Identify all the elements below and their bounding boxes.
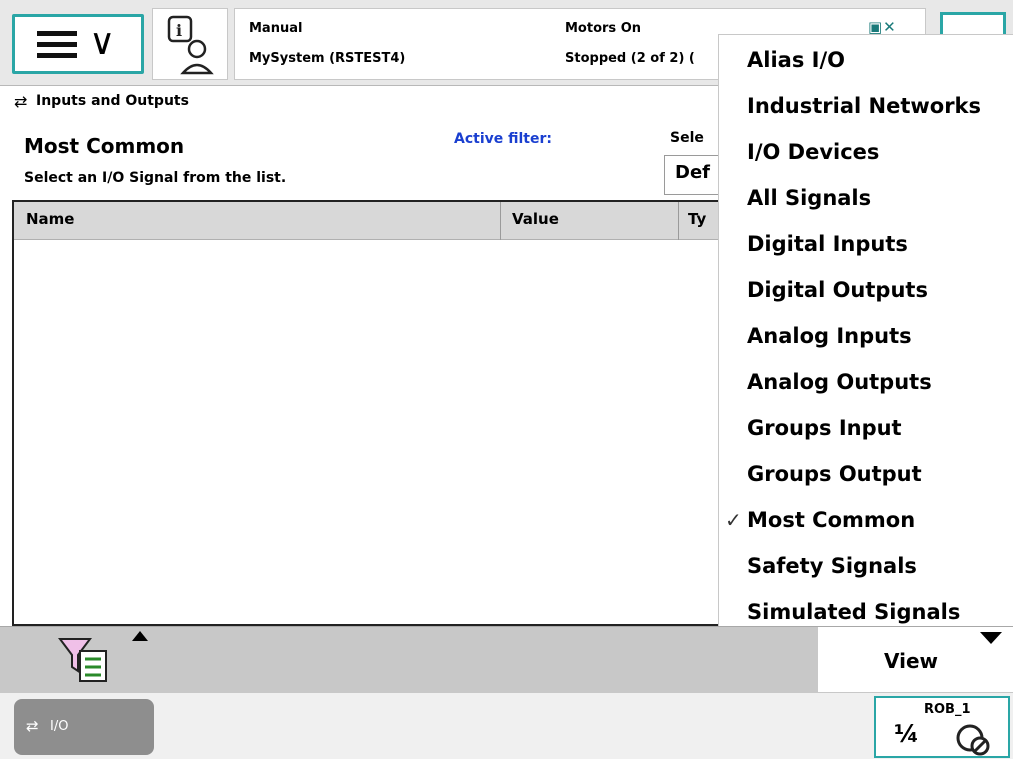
- layout-select-value: Def: [675, 162, 710, 183]
- view-menu-item-label: Simulated Signals: [747, 600, 961, 624]
- io-task-label: I/O: [50, 719, 69, 734]
- view-menu-item-industrial-networks[interactable]: Industrial Networks: [719, 85, 1013, 129]
- column-value[interactable]: Value: [512, 210, 559, 228]
- task-bar: ⇄ I/O ROB_1 ¼: [0, 692, 1013, 759]
- view-menu-item-label: Alias I/O: [747, 48, 845, 72]
- io-task-button[interactable]: ⇄ I/O: [14, 699, 154, 755]
- view-menu-item-groups-input[interactable]: Groups Input: [719, 407, 1013, 451]
- view-menu-item-i-o-devices[interactable]: I/O Devices: [719, 131, 1013, 175]
- app-title: Inputs and Outputs: [36, 93, 189, 109]
- view-menu-item-label: Analog Inputs: [747, 324, 912, 348]
- program-state: Stopped (2 of 2) (: [565, 51, 695, 66]
- column-name[interactable]: Name: [26, 210, 74, 228]
- view-menu-item-label: All Signals: [747, 186, 872, 210]
- increment-fraction: ¼: [894, 720, 919, 748]
- view-menu-item-analog-outputs[interactable]: Analog Outputs: [719, 361, 1013, 405]
- mechanical-unit-label: ROB_1: [924, 702, 971, 717]
- view-menu-item-alias-i-o[interactable]: Alias I/O: [719, 39, 1013, 83]
- view-menu-item-label: Digital Outputs: [747, 278, 928, 302]
- command-bar: View: [0, 626, 1013, 693]
- view-menu-item-all-signals[interactable]: All Signals: [719, 177, 1013, 221]
- funnel-document-icon: [58, 638, 107, 682]
- view-menu-item-label: Groups Input: [747, 416, 902, 440]
- operating-mode: Manual: [249, 21, 303, 36]
- column-type[interactable]: Ty: [688, 210, 706, 228]
- caret-up-icon: [132, 631, 148, 641]
- view-menu-item-digital-inputs[interactable]: Digital Inputs: [719, 223, 1013, 267]
- swap-arrows-icon: ⇄: [26, 717, 39, 735]
- active-filter-label[interactable]: Active filter:: [454, 131, 552, 147]
- view-menu-item-groups-output[interactable]: Groups Output: [719, 453, 1013, 497]
- view-menu-item-simulated-signals[interactable]: Simulated Signals: [719, 591, 1013, 635]
- view-menu-item-analog-inputs[interactable]: Analog Inputs: [719, 315, 1013, 359]
- hamburger-icon: [37, 31, 77, 59]
- main-menu-button[interactable]: ∨: [12, 14, 144, 74]
- motors-state: Motors On: [565, 21, 641, 36]
- view-menu-item-most-common[interactable]: ✓ Most Common: [719, 499, 1013, 543]
- system-name: MySystem (RSTEST4): [249, 51, 406, 66]
- filter-button[interactable]: [58, 637, 116, 685]
- chevron-down-icon: ∨: [89, 22, 116, 63]
- checkmark-icon: ✓: [725, 508, 742, 532]
- info-person-icon: i: [167, 15, 214, 75]
- event-log-button[interactable]: i: [152, 8, 228, 80]
- page-title: Most Common: [24, 134, 185, 158]
- view-menu: Alias I/O Industrial Networks I/O Devices A…: [718, 34, 1013, 626]
- view-menu-item-label: Safety Signals: [747, 554, 917, 578]
- svg-text:i: i: [176, 21, 182, 40]
- view-button-label: View: [884, 649, 939, 673]
- view-menu-item-label: I/O Devices: [747, 140, 880, 164]
- view-menu-item-label: Groups Output: [747, 462, 922, 486]
- swap-arrows-icon: ⇄: [14, 92, 28, 111]
- select-layout-label: Sele: [670, 130, 704, 146]
- view-menu-item-label: Industrial Networks: [747, 94, 982, 118]
- view-menu-item-label: Most Common: [747, 508, 916, 532]
- view-menu-item-label: Digital Inputs: [747, 232, 908, 256]
- view-menu-item-safety-signals[interactable]: Safety Signals: [719, 545, 1013, 589]
- page-instruction: Select an I/O Signal from the list.: [24, 170, 287, 186]
- view-menu-item-digital-outputs[interactable]: Digital Outputs: [719, 269, 1013, 313]
- quickset-button[interactable]: ROB_1 ¼: [874, 696, 1010, 758]
- motor-disabled-icon: [956, 724, 990, 756]
- view-menu-item-label: Analog Outputs: [747, 370, 932, 394]
